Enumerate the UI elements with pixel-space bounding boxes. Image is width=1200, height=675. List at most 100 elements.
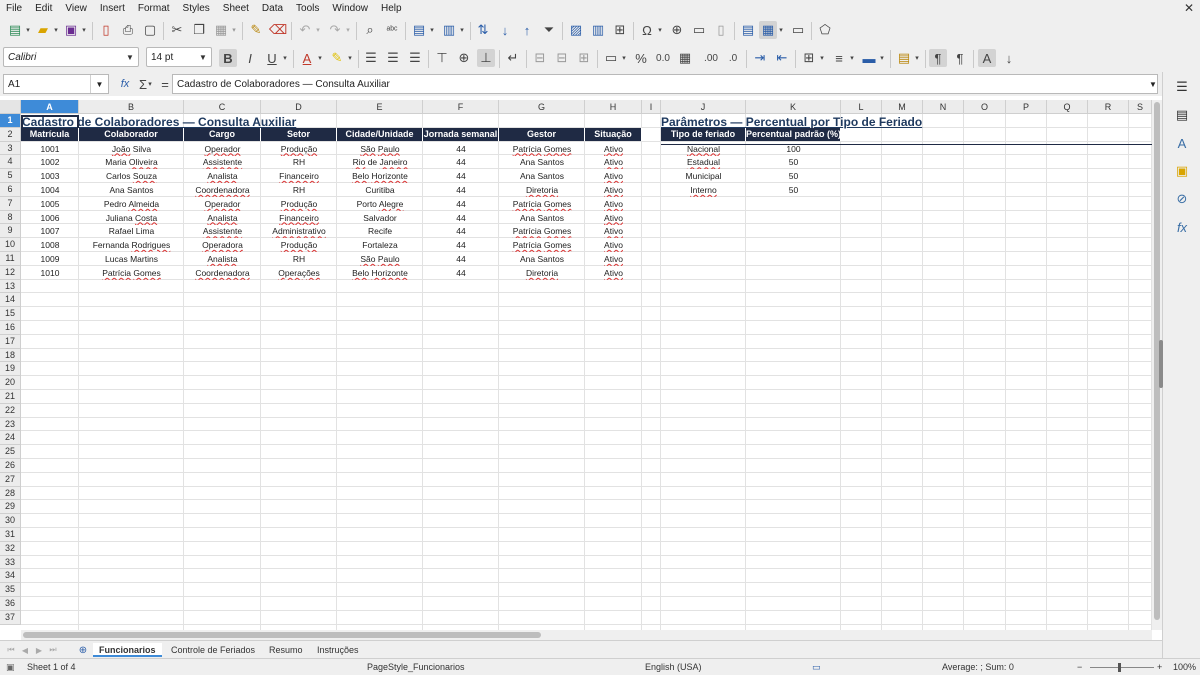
row-header-20[interactable]: 20: [0, 376, 21, 390]
row-header-12[interactable]: 12: [0, 265, 21, 280]
align-right-icon[interactable]: ☰: [406, 49, 424, 67]
page-style[interactable]: PageStyle_Funcionarios: [367, 662, 465, 672]
formula-input[interactable]: Cadastro de Colaboradores — Consulta Aux…: [172, 74, 1158, 94]
open-folder-icon[interactable]: ▰: [34, 21, 52, 39]
employees-cell[interactable]: Patrícia Gomes: [499, 238, 585, 252]
row-header-37[interactable]: 37: [0, 610, 21, 625]
row-header-24[interactable]: 24: [0, 431, 21, 446]
employees-header-cell[interactable]: Jornada semanal: [423, 127, 499, 141]
increase-indent-icon[interactable]: ⇥: [751, 49, 769, 67]
align-center-icon[interactable]: ☰: [384, 49, 402, 67]
undo-icon[interactable]: ↶: [296, 21, 314, 39]
row-header-23[interactable]: 23: [0, 417, 21, 432]
borders-icon[interactable]: ⊞: [800, 49, 818, 67]
find-replace-icon[interactable]: ⌕: [361, 21, 379, 39]
employees-cell[interactable]: Analista: [184, 252, 261, 266]
employees-cell[interactable]: 1008: [21, 238, 79, 252]
row-header-5[interactable]: 5: [0, 169, 21, 183]
row-header-27[interactable]: 27: [0, 472, 21, 487]
undo-dropdown-icon[interactable]: ▾: [314, 21, 322, 39]
align-top-icon[interactable]: ⊤: [433, 49, 451, 67]
row-header-15[interactable]: 15: [0, 307, 21, 321]
select-all-corner[interactable]: [0, 100, 21, 114]
right-to-left-icon[interactable]: ¶: [951, 49, 969, 67]
employees-cell[interactable]: Ativo: [585, 211, 642, 225]
row-header-17[interactable]: 17: [0, 334, 21, 349]
header-footer-icon[interactable]: ▯: [712, 21, 730, 39]
row-header-22[interactable]: 22: [0, 403, 21, 418]
freeze-rows-columns-icon[interactable]: ▦: [759, 21, 777, 39]
employees-cell[interactable]: 1003: [21, 169, 79, 183]
column-header-q[interactable]: Q: [1047, 100, 1088, 114]
cut-icon[interactable]: ✂: [168, 21, 186, 39]
employees-cell[interactable]: Ana Santos: [499, 169, 585, 183]
row-header-19[interactable]: 19: [0, 362, 21, 377]
merge-center-icon[interactable]: ⊟: [531, 49, 549, 67]
menu-data[interactable]: Data: [262, 3, 283, 14]
employees-cell[interactable]: 1009: [21, 252, 79, 266]
employees-cell[interactable]: Ativo: [585, 252, 642, 266]
previous-sheet-icon[interactable]: ◀: [20, 644, 30, 656]
employees-cell[interactable]: Diretoria: [499, 183, 585, 197]
employees-cell[interactable]: Produção: [261, 238, 337, 252]
row-header-31[interactable]: 31: [0, 528, 21, 542]
borders-dropdown-icon[interactable]: ▾: [818, 49, 826, 67]
paste-dropdown-icon[interactable]: ▾: [230, 21, 238, 39]
menu-sheet[interactable]: Sheet: [223, 3, 249, 14]
holiday-cell[interactable]: 50: [746, 169, 841, 183]
menu-file[interactable]: File: [6, 3, 22, 14]
navigator-icon[interactable]: ⊘: [1173, 190, 1191, 208]
close-document-icon[interactable]: ✕: [1184, 1, 1194, 15]
merge-cells-icon[interactable]: ⊟: [553, 49, 571, 67]
employees-cell[interactable]: Administrativo: [261, 224, 337, 238]
employees-header-cell[interactable]: Matrícula: [21, 127, 79, 141]
column-header-d[interactable]: D: [261, 100, 337, 114]
employees-header-cell[interactable]: Colaborador: [79, 127, 184, 141]
row-dropdown-icon[interactable]: ▾: [428, 21, 436, 39]
employees-cell[interactable]: Belo Horizonte: [337, 266, 423, 280]
employees-cell[interactable]: Assistente: [184, 224, 261, 238]
column-header-r[interactable]: R: [1088, 100, 1129, 114]
employees-cell[interactable]: Ativo: [585, 224, 642, 238]
holiday-cell[interactable]: Interno: [661, 183, 746, 197]
employees-cell[interactable]: Curitiba: [337, 183, 423, 197]
delete-decimal-icon[interactable]: .0: [724, 49, 742, 67]
row-header-14[interactable]: 14: [0, 293, 21, 308]
menu-help[interactable]: Help: [381, 3, 402, 14]
spreadsheet-grid[interactable]: ABCDEFGHIJKLMNOPQRS 1 2 3 4 5 6 7 8 9 10 11 12 13 14 1…: [0, 100, 1152, 630]
employees-cell[interactable]: Analista: [184, 211, 261, 225]
export-pdf-icon[interactable]: ▯: [97, 21, 115, 39]
properties-icon[interactable]: ▤: [1173, 106, 1191, 124]
holiday-header-cell[interactable]: Tipo de feriado: [661, 127, 746, 141]
tab-resumo[interactable]: Resumo: [269, 643, 303, 657]
employees-cell[interactable]: Patrícia Gomes: [499, 224, 585, 238]
menu-tools[interactable]: Tools: [296, 3, 319, 14]
employees-cell[interactable]: 44: [423, 197, 499, 211]
row-header-9[interactable]: 9: [0, 224, 21, 239]
left-to-right-icon[interactable]: ¶: [929, 49, 947, 67]
employees-cell[interactable]: Produção: [261, 197, 337, 211]
document-status-icon[interactable]: ▣: [6, 662, 15, 673]
employees-cell[interactable]: Ana Santos: [499, 155, 585, 169]
align-bottom-icon[interactable]: ⊥: [477, 49, 495, 67]
employees-header-cell[interactable]: Gestor: [499, 127, 585, 141]
column-header-f[interactable]: F: [423, 100, 499, 114]
conditional-dropdown-icon[interactable]: ▾: [913, 49, 921, 67]
row-header-13[interactable]: 13: [0, 279, 21, 294]
horizontal-scroll-thumb[interactable]: [23, 632, 541, 638]
new-document-icon[interactable]: ▤: [6, 21, 24, 39]
selection-mode-icon[interactable]: ▭: [812, 662, 821, 673]
employees-cell[interactable]: Fortaleza: [337, 238, 423, 252]
employees-cell[interactable]: Recife: [337, 224, 423, 238]
column-header-k[interactable]: K: [746, 100, 841, 114]
show-draw-functions-icon[interactable]: ⬠: [816, 21, 834, 39]
save-dropdown-icon[interactable]: ▾: [80, 21, 88, 39]
row-header-25[interactable]: 25: [0, 445, 21, 459]
row-header-2[interactable]: 2: [0, 127, 21, 142]
employees-cell[interactable]: 44: [423, 266, 499, 280]
employees-cell[interactable]: Coordenadora: [184, 266, 261, 280]
align-left-icon[interactable]: ☰: [362, 49, 380, 67]
employees-cell[interactable]: 44: [423, 238, 499, 252]
tab-funcionarios[interactable]: Funcionarios: [93, 643, 162, 657]
add-decimal-icon[interactable]: .00: [702, 49, 720, 67]
